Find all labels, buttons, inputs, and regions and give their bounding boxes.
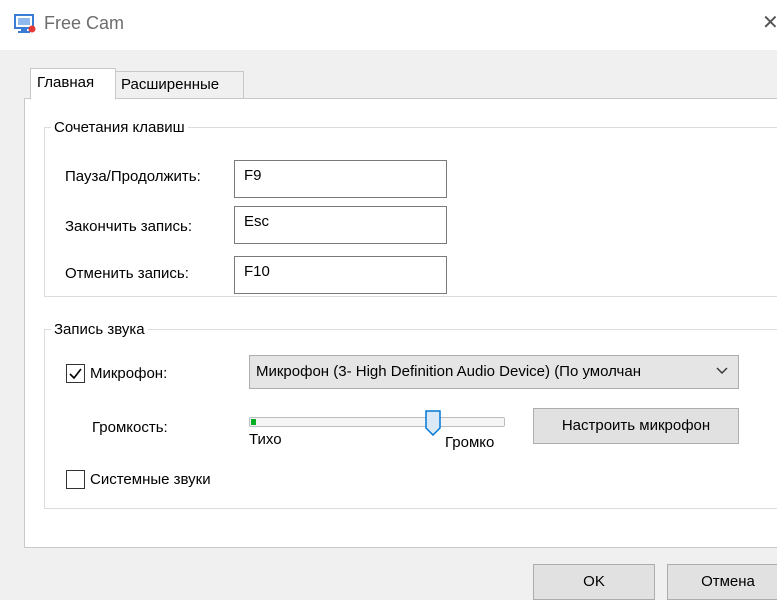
- check-icon: [69, 368, 82, 380]
- microphone-checkbox[interactable]: [66, 364, 85, 383]
- title-bar: Free Cam ✕: [0, 0, 777, 50]
- microphone-select[interactable]: Микрофон (3- High Definition Audio Devic…: [249, 355, 739, 389]
- pause-hotkey-field[interactable]: F9: [234, 160, 447, 198]
- cancel-hotkey-field[interactable]: F10: [234, 256, 447, 294]
- configure-microphone-button[interactable]: Настроить микрофон: [533, 408, 739, 444]
- ok-button[interactable]: OK: [533, 564, 655, 600]
- finish-label: Закончить запись:: [65, 218, 193, 235]
- main-panel: Сочетания клавиш Пауза/Продолжить: F9 За…: [24, 98, 777, 548]
- hotkeys-group: Сочетания клавиш Пауза/Продолжить: F9 За…: [44, 119, 777, 297]
- audio-group: Запись звука Микрофон: Микрофон (3- High…: [44, 321, 777, 509]
- volume-min-label: Тихо: [249, 431, 282, 448]
- cancel-label: Отменить запись:: [65, 265, 189, 282]
- volume-slider-fill: [251, 419, 256, 425]
- window-title: Free Cam: [44, 13, 125, 33]
- pause-label: Пауза/Продолжить:: [65, 168, 201, 185]
- app-icon: [14, 14, 36, 33]
- hotkeys-legend: Сочетания клавиш: [54, 119, 185, 136]
- cancel-button[interactable]: Отмена: [667, 564, 777, 600]
- microphone-label: Микрофон:: [90, 365, 168, 382]
- volume-slider-thumb[interactable]: [425, 410, 441, 436]
- finish-hotkey-field[interactable]: Esc: [234, 206, 447, 244]
- system-sounds-label: Системные звуки: [90, 471, 211, 488]
- chevron-down-icon: [716, 367, 728, 374]
- tab-main[interactable]: Главная: [30, 68, 116, 100]
- volume-max-label: Громко: [445, 434, 495, 451]
- microphone-select-value: Микрофон (3- High Definition Audio Devic…: [256, 363, 641, 380]
- volume-slider[interactable]: [249, 417, 505, 427]
- system-sounds-checkbox[interactable]: [66, 470, 85, 489]
- close-icon[interactable]: ✕: [762, 13, 777, 33]
- tab-advanced[interactable]: Расширенные: [114, 71, 244, 99]
- volume-label: Громкость:: [92, 419, 168, 436]
- audio-legend: Запись звука: [54, 321, 145, 338]
